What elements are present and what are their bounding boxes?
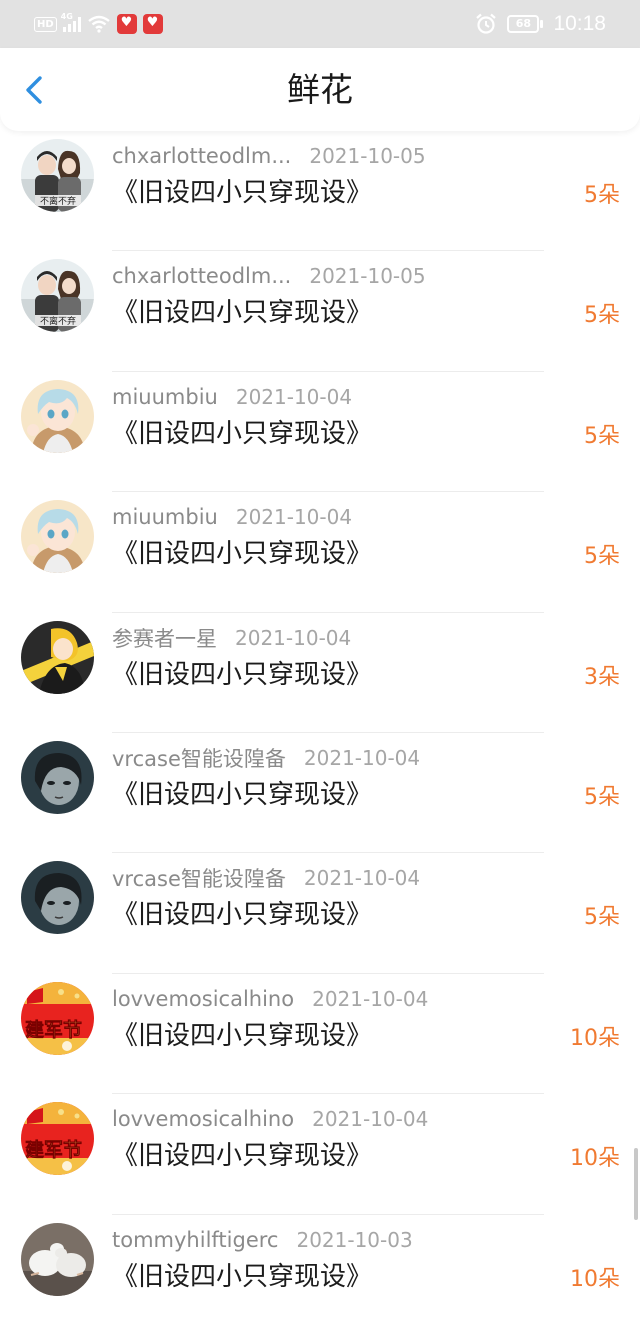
avatar-anime-blue xyxy=(21,379,94,453)
username[interactable]: miuumbiu xyxy=(112,385,218,409)
item-meta: lovvemosicalhino 2021-10-04 xyxy=(112,1105,428,1133)
item-meta: 参赛者一星 2021-10-04 xyxy=(112,624,351,652)
app-notification-icon xyxy=(116,14,137,34)
username[interactable]: vrcase智能设隍备 xyxy=(112,743,286,773)
flower-count: 10朵 xyxy=(570,1146,620,1172)
svg-text:不离不弃: 不离不弃 xyxy=(40,315,76,327)
avatar-couple: 不离不弃 xyxy=(21,259,94,333)
wifi-icon xyxy=(87,15,110,33)
avatar-couple: 不离不弃 xyxy=(21,139,94,212)
avatar-army-day: 建军节 xyxy=(21,1102,94,1176)
date: 2021-10-04 xyxy=(235,625,352,650)
username[interactable]: vrcase智能设隍备 xyxy=(112,863,286,893)
username[interactable]: lovvemosicalhino xyxy=(112,1107,294,1131)
list-item[interactable]: tommyhilftigerc 2021-10-03 《旧设四小只穿现设》 10朵 xyxy=(0,1215,640,1330)
work-title[interactable]: 《旧设四小只穿现设》 xyxy=(112,1018,372,1054)
work-title[interactable]: 《旧设四小只穿现设》 xyxy=(112,657,372,693)
clock: 10:18 xyxy=(553,12,606,35)
flower-list: 不离不弃 chxarlotteodlm... 2021-10-05 《旧设四小只穿现设… xyxy=(0,131,640,1330)
flower-count: 5朵 xyxy=(584,303,620,329)
list-item[interactable]: vrcase智能设隍备 2021-10-04 《旧设四小只穿现设》 5朵 xyxy=(0,733,640,854)
username[interactable]: chxarlotteodlm... xyxy=(112,264,291,288)
work-title[interactable]: 《旧设四小只穿现设》 xyxy=(112,1138,372,1174)
list-item[interactable]: vrcase智能设隍备 2021-10-04 《旧设四小只穿现设》 5朵 xyxy=(0,853,640,974)
date: 2021-10-04 xyxy=(312,1107,429,1132)
avatar-anime-yellow xyxy=(21,620,94,694)
list-item[interactable]: miuumbiu 2021-10-04 《旧设四小只穿现设》 5朵 xyxy=(0,372,640,493)
work-title[interactable]: 《旧设四小只穿现设》 xyxy=(112,1259,372,1295)
username[interactable]: miuumbiu xyxy=(112,505,218,529)
item-meta: lovvemosicalhino 2021-10-04 xyxy=(112,985,428,1013)
avatar[interactable] xyxy=(21,861,94,935)
avatar[interactable] xyxy=(21,379,94,453)
list-item[interactable]: 参赛者一星 2021-10-04 《旧设四小只穿现设》 3朵 xyxy=(0,613,640,733)
page-title: 鲜花 xyxy=(287,70,353,109)
svg-text:不离不弃: 不离不弃 xyxy=(40,195,76,207)
avatar-anime-blue xyxy=(21,500,94,574)
app-notification-icon xyxy=(142,14,163,34)
item-meta: miuumbiu 2021-10-04 xyxy=(112,383,352,411)
avatar[interactable]: 不离不弃 xyxy=(21,259,94,333)
list-item[interactable]: miuumbiu 2021-10-04 《旧设四小只穿现设》 5朵 xyxy=(0,492,640,613)
flower-count: 5朵 xyxy=(584,423,620,449)
header: 鲜花 xyxy=(0,48,640,131)
battery-icon: 68 xyxy=(507,15,544,33)
date: 2021-10-04 xyxy=(312,986,429,1011)
item-meta: vrcase智能设隍备 2021-10-04 xyxy=(112,744,420,772)
status-bar: HD 4G 68 10:18 xyxy=(0,0,640,48)
avatar[interactable] xyxy=(21,500,94,574)
username[interactable]: lovvemosicalhino xyxy=(112,987,294,1011)
flower-count: 5朵 xyxy=(584,183,620,208)
avatar[interactable] xyxy=(21,1222,94,1296)
date: 2021-10-04 xyxy=(303,745,421,770)
flower-count: 5朵 xyxy=(584,784,620,810)
date: 2021-10-05 xyxy=(309,264,426,289)
work-title[interactable]: 《旧设四小只穿现设》 xyxy=(112,416,372,452)
date: 2021-10-04 xyxy=(303,866,421,891)
date: 2021-10-04 xyxy=(235,384,353,409)
avatar[interactable] xyxy=(21,740,94,814)
item-meta: miuumbiu 2021-10-04 xyxy=(112,503,352,531)
date: 2021-10-03 xyxy=(296,1227,413,1252)
username[interactable]: 参赛者一星 xyxy=(112,623,217,653)
work-title[interactable]: 《旧设四小只穿现设》 xyxy=(112,175,372,211)
flower-count: 5朵 xyxy=(584,544,620,570)
item-meta: vrcase智能设隍备 2021-10-04 xyxy=(112,864,420,892)
hd-icon: HD xyxy=(34,16,57,32)
avatar-army-day: 建军节 xyxy=(21,981,94,1055)
flower-count: 3朵 xyxy=(584,664,620,690)
date: 2021-10-05 xyxy=(309,144,426,168)
list-item[interactable]: 建军节 lovvemosicalhino 2021-10-04 《旧设四小只穿现设》 1… xyxy=(0,1094,640,1215)
item-meta: chxarlotteodlm... 2021-10-05 xyxy=(112,142,426,170)
work-title[interactable]: 《旧设四小只穿现设》 xyxy=(112,777,372,813)
avatar[interactable]: 建军节 xyxy=(21,1102,94,1176)
alarm-icon xyxy=(476,13,497,34)
list-item[interactable]: 不离不弃 chxarlotteodlm... 2021-10-05 《旧设四小只穿现设… xyxy=(0,131,640,252)
flower-count: 10朵 xyxy=(570,1266,620,1292)
avatar-dark-portrait xyxy=(21,740,94,814)
avatar-text: 建军节 xyxy=(25,1138,82,1161)
avatar[interactable]: 建军节 xyxy=(21,981,94,1055)
date: 2021-10-04 xyxy=(235,505,353,530)
flower-count: 5朵 xyxy=(584,905,620,931)
network-type: 4G xyxy=(60,12,73,21)
username[interactable]: tommyhilftigerc xyxy=(112,1228,278,1252)
signal-icon: 4G xyxy=(61,12,81,32)
work-title[interactable]: 《旧设四小只穿现设》 xyxy=(112,295,372,331)
scrollbar[interactable] xyxy=(634,1148,638,1220)
list-item[interactable]: 建军节 lovvemosicalhino 2021-10-04 《旧设四小只穿现设》 1… xyxy=(0,974,640,1095)
avatar-dark-portrait xyxy=(21,861,94,935)
username[interactable]: chxarlotteodlm... xyxy=(112,144,291,168)
item-meta: tommyhilftigerc 2021-10-03 xyxy=(112,1226,413,1254)
item-meta: chxarlotteodlm... 2021-10-05 xyxy=(112,262,426,290)
work-title[interactable]: 《旧设四小只穿现设》 xyxy=(112,536,372,572)
flower-count: 10朵 xyxy=(570,1025,620,1051)
avatar[interactable] xyxy=(21,620,94,694)
avatar[interactable]: 不离不弃 xyxy=(21,139,94,212)
work-title[interactable]: 《旧设四小只穿现设》 xyxy=(112,897,372,933)
list-item[interactable]: 不离不弃 chxarlotteodlm... 2021-10-05 《旧设四小只穿现设… xyxy=(0,251,640,372)
battery-level: 68 xyxy=(507,15,540,33)
avatar-doves xyxy=(21,1222,94,1296)
avatar-text: 建军节 xyxy=(25,1018,82,1041)
